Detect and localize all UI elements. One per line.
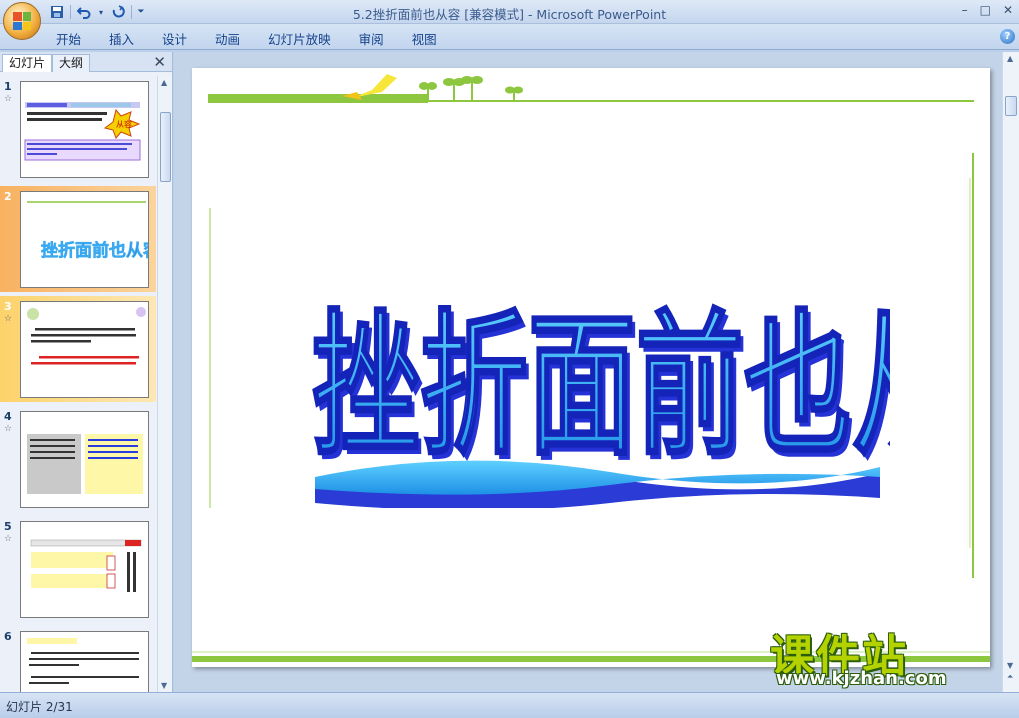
slide-thumbnail-row[interactable]: 3 ☆ bbox=[0, 296, 156, 402]
animation-icon: ☆ bbox=[4, 314, 13, 324]
tab-animations[interactable]: 动画 bbox=[201, 29, 254, 48]
slide-number: 1 bbox=[4, 80, 12, 93]
slide1-badge-text: 从容 bbox=[116, 119, 132, 129]
title-bar: ▾ ⏷ 5.2挫折面前也从容 [兼容模式] - Microsoft PowerP… bbox=[0, 0, 1019, 24]
minimize-button[interactable]: – bbox=[962, 3, 968, 17]
slide-number: 6 bbox=[4, 630, 12, 643]
pane-tabs: 幻灯片 大纲 ✕ bbox=[0, 52, 172, 72]
slide-editor: 挫折面前也从容 挫折面前也从容 ▲ ▼ ⏶ bbox=[174, 52, 1019, 692]
animation-icon: ☆ bbox=[4, 534, 13, 544]
close-button[interactable]: ✕ bbox=[1003, 3, 1013, 17]
slide-thumbnail-row[interactable]: 4 ☆ bbox=[0, 406, 156, 512]
slide-thumbnail-row[interactable]: 5 ☆ bbox=[0, 516, 156, 622]
scrollbar-thumb[interactable] bbox=[160, 112, 171, 182]
slide-thumbnail[interactable] bbox=[20, 521, 149, 618]
slide-thumbnail[interactable] bbox=[20, 411, 149, 508]
thumbnail-scrollbar[interactable]: ▲ ▼ bbox=[157, 76, 172, 692]
slide-thumbnail[interactable] bbox=[20, 301, 149, 398]
tab-insert[interactable]: 插入 bbox=[95, 29, 148, 48]
slide-thumbnail[interactable]: 挫折面前也从容 bbox=[20, 191, 149, 288]
slide-number: 3 bbox=[4, 300, 12, 313]
slide-thumbnails: 1 ☆ 从容 2 挫折面前也从容 3 ☆ 4 ☆ 5 ☆ 6 bbox=[0, 76, 156, 692]
scroll-up-icon[interactable]: ▲ bbox=[1007, 54, 1013, 63]
ribbon-tabs: 开始 插入 设计 动画 幻灯片放映 审阅 视图 bbox=[56, 29, 451, 48]
slide-number: 4 bbox=[4, 410, 12, 423]
slide-indicator: 幻灯片 2/31 bbox=[6, 700, 73, 714]
slide-title-wordart[interactable]: 挫折面前也从容 挫折面前也从容 bbox=[310, 263, 990, 511]
slide-title: 挫折面前也从容 bbox=[312, 294, 890, 477]
help-icon[interactable]: ? bbox=[1000, 29, 1015, 44]
scroll-up-icon[interactable]: ▲ bbox=[161, 78, 167, 87]
office-button[interactable] bbox=[3, 2, 41, 40]
tab-slides[interactable]: 幻灯片 bbox=[2, 54, 53, 72]
watermark-logo: 课件站 www.kjzhan.com bbox=[770, 620, 1010, 692]
slide-number: 5 bbox=[4, 520, 12, 533]
tab-outline[interactable]: 大纲 bbox=[52, 54, 91, 72]
animation-icon: ☆ bbox=[4, 94, 13, 104]
status-bar: 幻灯片 2/31 bbox=[0, 692, 1019, 718]
slide-thumbnail[interactable] bbox=[20, 631, 149, 692]
animation-icon: ☆ bbox=[4, 424, 13, 434]
scroll-down-icon[interactable]: ▼ bbox=[161, 681, 167, 690]
slide-thumbnail-row[interactable]: 1 ☆ 从容 bbox=[0, 76, 156, 182]
slide-number: 2 bbox=[4, 190, 12, 203]
ribbon-tabs-bar: 开始 插入 设计 动画 幻灯片放映 审阅 视图 ? bbox=[0, 24, 1019, 50]
slides-pane: 幻灯片 大纲 ✕ 1 ☆ 从容 2 挫折面前也从容 3 ☆ 4 ☆ 5 ☆ 6 … bbox=[0, 52, 173, 692]
slide-thumbnail-row[interactable]: 6 bbox=[0, 626, 156, 692]
watermark-url: www.kjzhan.com bbox=[776, 668, 947, 689]
tab-home[interactable]: 开始 bbox=[56, 29, 95, 48]
tab-view[interactable]: 视图 bbox=[398, 29, 451, 48]
maximize-button[interactable]: □ bbox=[980, 3, 991, 17]
window-controls: – □ ✕ bbox=[962, 3, 1013, 17]
slide-scrollbar[interactable]: ▲ ▼ ⏶ bbox=[1002, 52, 1019, 692]
window-title: 5.2挫折面前也从容 [兼容模式] - Microsoft PowerPoint bbox=[352, 7, 667, 22]
slide-canvas[interactable]: 挫折面前也从容 挫折面前也从容 bbox=[192, 68, 990, 667]
scrollbar-thumb[interactable] bbox=[1005, 96, 1017, 116]
close-icon[interactable]: ✕ bbox=[153, 53, 166, 71]
slide-thumbnail-row-selected[interactable]: 2 挫折面前也从容 bbox=[0, 186, 156, 292]
slide-thumbnail[interactable]: 从容 bbox=[20, 81, 149, 178]
office-logo-icon bbox=[13, 12, 31, 30]
thumb2-title: 挫折面前也从容 bbox=[41, 240, 149, 261]
tab-design[interactable]: 设计 bbox=[148, 29, 201, 48]
tab-slideshow[interactable]: 幻灯片放映 bbox=[254, 29, 345, 48]
tab-review[interactable]: 审阅 bbox=[345, 29, 398, 48]
